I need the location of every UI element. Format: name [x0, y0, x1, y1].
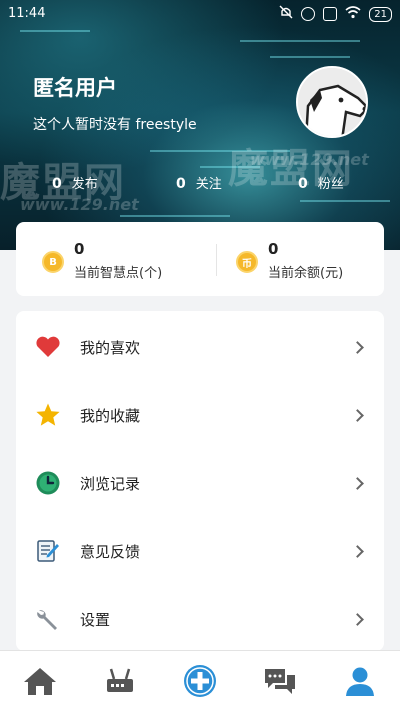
stat-followers[interactable]: 0 粉丝: [298, 173, 344, 192]
home-icon: [24, 668, 56, 695]
add-icon: [184, 665, 216, 697]
wisdom-points-value: 0: [74, 240, 85, 258]
wisdom-points-label: 当前智慧点(个): [74, 266, 163, 281]
avatar[interactable]: [296, 66, 368, 138]
username: 匿名用户: [33, 76, 117, 100]
chat-icon: [265, 669, 295, 694]
balance-coin-icon: 币: [236, 251, 258, 273]
wrench-icon: [35, 606, 61, 632]
stat-followers-label: 粉丝: [317, 177, 344, 192]
watermark-url-left: www.129.net: [20, 195, 139, 214]
stat-posts-value: 0: [52, 176, 62, 192]
chevron-right-icon: [351, 612, 364, 626]
stat-following-value: 0: [176, 176, 186, 192]
menu-item-feedback[interactable]: 意见反馈: [16, 517, 384, 585]
status-icons: 21: [279, 5, 392, 23]
balance[interactable]: 币 0 当前余额(元): [236, 240, 343, 281]
wisdom-points[interactable]: B 0 当前智慧点(个): [42, 240, 162, 281]
menu-item-likes-label: 我的喜欢: [80, 338, 141, 357]
menu-item-favorites-label: 我的收藏: [80, 406, 141, 425]
stat-following[interactable]: 0 关注: [176, 173, 222, 192]
status-time: 11:44: [8, 6, 46, 21]
menu-item-history[interactable]: 浏览记录: [16, 449, 384, 517]
stat-posts-label: 发布: [71, 177, 98, 192]
menu-item-feedback-label: 意见反馈: [80, 542, 141, 561]
mute-icon: [279, 5, 293, 23]
star-icon: [35, 402, 61, 428]
clock-icon: [35, 470, 61, 496]
chevron-right-icon: [351, 408, 364, 422]
router-icon: [107, 668, 133, 692]
profile-icon: [346, 667, 374, 696]
watermark-url-right: www.129.net: [250, 150, 369, 169]
nav-add[interactable]: [180, 663, 220, 699]
balance-label: 当前余额(元): [268, 266, 344, 281]
menu-item-history-label: 浏览记录: [80, 474, 141, 493]
feedback-icon: [35, 538, 61, 564]
status-bar: 11:44 21: [0, 0, 400, 28]
coin-icon: B: [42, 251, 64, 273]
chevron-right-icon: [351, 340, 364, 354]
menu-card: 我的喜欢 我的收藏 浏览记录 意见反馈 设置: [16, 311, 384, 651]
menu-item-settings-label: 设置: [80, 610, 111, 629]
chevron-right-icon: [351, 544, 364, 558]
points-card: B 0 当前智慧点(个) 币 0 当前余额(元): [16, 222, 384, 296]
close-box-icon: [323, 7, 338, 21]
menu-item-settings[interactable]: 设置: [16, 585, 384, 653]
bottom-nav: [0, 650, 400, 711]
menu-item-likes[interactable]: 我的喜欢: [16, 313, 384, 381]
nav-home[interactable]: [20, 663, 60, 699]
stat-following-label: 关注: [195, 177, 222, 192]
stat-posts[interactable]: 0 发布: [52, 173, 98, 192]
alarm-icon: [301, 7, 316, 21]
battery-icon: 21: [369, 6, 392, 22]
balance-value: 0: [268, 240, 279, 258]
chevron-right-icon: [351, 476, 364, 490]
heart-icon: [35, 334, 61, 360]
menu-item-favorites[interactable]: 我的收藏: [16, 381, 384, 449]
nav-devices[interactable]: [100, 663, 140, 699]
points-divider: [216, 244, 217, 276]
user-bio: 这个人暂时没有 freestyle: [33, 117, 197, 133]
stat-followers-value: 0: [298, 176, 308, 192]
wifi-icon: [345, 5, 361, 23]
nav-profile[interactable]: [340, 663, 380, 699]
nav-messages[interactable]: [260, 663, 300, 699]
